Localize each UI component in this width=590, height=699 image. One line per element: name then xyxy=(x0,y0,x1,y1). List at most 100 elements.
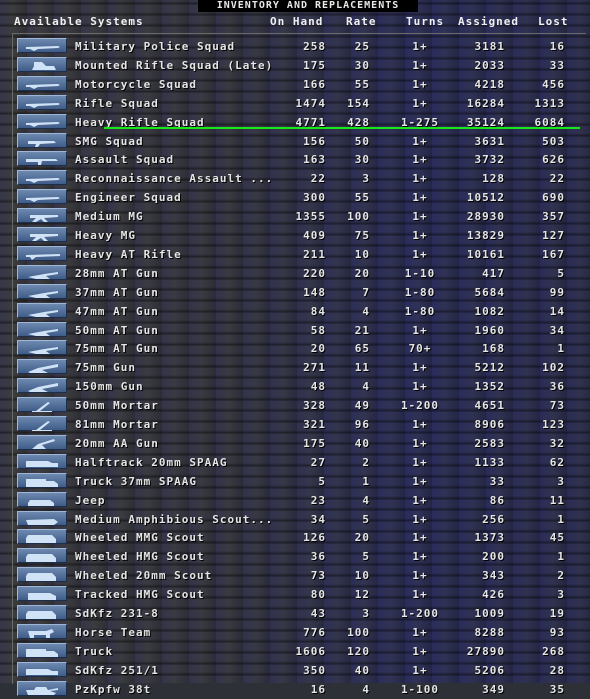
list-item[interactable]: Heavy MG 409 75 1+ 13829 127 xyxy=(0,226,590,245)
lost-value: 28 xyxy=(549,663,565,677)
list-item[interactable]: Reconnaissance Assault ... 22 3 1+ 128 22 xyxy=(0,169,590,188)
list-item[interactable]: SdKfz 231-8 43 3 1-200 1009 19 xyxy=(0,604,590,623)
unit-select-button[interactable] xyxy=(17,472,67,488)
unit-name: Assault Squad xyxy=(75,153,175,167)
unit-select-button[interactable] xyxy=(17,340,67,356)
unit-select-button[interactable] xyxy=(17,94,67,110)
unit-select-button[interactable] xyxy=(17,491,67,507)
unit-select-button[interactable] xyxy=(17,321,67,337)
on-hand-value: 300 xyxy=(303,191,326,205)
unit-select-button[interactable] xyxy=(17,208,67,224)
unit-select-button[interactable] xyxy=(17,75,67,91)
unit-select-button[interactable] xyxy=(17,132,67,148)
unit-select-button[interactable] xyxy=(17,113,67,129)
lost-value: 357 xyxy=(542,210,565,224)
assigned-value: 417 xyxy=(482,266,505,280)
unit-select-button[interactable] xyxy=(17,378,67,394)
unit-select-button[interactable] xyxy=(17,170,67,186)
turns-value: 1-200 xyxy=(400,607,440,620)
horse-icon xyxy=(28,628,54,638)
list-item[interactable]: Truck 37mm SPAAG 5 1 1+ 33 3 xyxy=(0,472,590,491)
unit-select-button[interactable] xyxy=(17,283,67,299)
unit-select-button[interactable] xyxy=(17,642,67,658)
list-item[interactable]: Horse Team 776 100 1+ 8288 93 xyxy=(0,623,590,642)
unit-select-button[interactable] xyxy=(17,227,67,242)
list-item[interactable]: 20mm AA Gun 175 40 1+ 2583 32 xyxy=(0,434,590,453)
rate-value: 11 xyxy=(354,361,370,375)
unit-select-button[interactable] xyxy=(17,623,67,639)
unit-name: Medium Amphibious Scout... xyxy=(75,512,274,526)
unit-select-button[interactable] xyxy=(17,586,67,602)
rifle-icon xyxy=(26,102,60,108)
unit-select-button[interactable] xyxy=(17,56,67,72)
list-item[interactable]: Assault Squad 163 30 1+ 3732 626 xyxy=(0,150,590,169)
unit-select-button[interactable] xyxy=(17,661,67,677)
list-item[interactable]: Military Police Squad 258 25 1+ 3181 16 xyxy=(0,37,590,56)
list-item[interactable]: 50mm Mortar 328 49 1-200 4651 73 xyxy=(0,396,590,415)
list-item[interactable]: 81mm Mortar 321 96 1+ 8906 123 xyxy=(0,415,590,434)
list-item[interactable]: 75mm Gun 271 11 1+ 5212 102 xyxy=(0,358,590,377)
unit-select-button[interactable] xyxy=(17,38,67,53)
list-item[interactable]: Engineer Squad 300 55 1+ 10512 690 xyxy=(0,188,590,207)
list-item[interactable]: 150mm Gun 48 4 1+ 1352 36 xyxy=(0,377,590,396)
unit-select-button[interactable] xyxy=(17,416,67,431)
turns-value: 1+ xyxy=(412,96,428,110)
list-item[interactable]: Wheeled 20mm Scout 73 10 1+ 343 2 xyxy=(0,566,590,585)
unit-select-button[interactable] xyxy=(17,189,67,205)
list-item[interactable]: 75mm AT Gun 20 65 70+ 168 1 xyxy=(0,339,590,358)
lost-value: 14 xyxy=(549,304,565,318)
list-item[interactable]: Heavy AT Rifle 211 10 1+ 10161 167 xyxy=(0,245,590,264)
list-item[interactable]: SdKfz 251/1 350 40 1+ 5206 28 xyxy=(0,661,590,680)
list-item[interactable]: Wheeled MMG Scout 126 20 1+ 1373 45 xyxy=(0,528,590,547)
column-header-assigned: Assigned xyxy=(458,15,519,28)
list-item[interactable]: 47mm AT Gun 84 4 1-80 1082 14 xyxy=(0,302,590,321)
unit-name: Halftrack 20mm SPAAG xyxy=(75,455,228,469)
unit-select-button[interactable] xyxy=(17,397,67,413)
unit-name: Engineer Squad xyxy=(75,191,182,205)
list-item[interactable]: Wheeled HMG Scout 36 5 1+ 200 1 xyxy=(0,547,590,566)
unit-select-button[interactable] xyxy=(17,605,67,620)
list-item[interactable]: Medium MG 1355 100 1+ 28930 357 xyxy=(0,207,590,226)
turns-value: 1+ xyxy=(412,172,428,186)
truck-icon xyxy=(26,648,58,657)
list-item[interactable]: Halftrack 20mm SPAAG 27 2 1+ 1133 62 xyxy=(0,453,590,472)
list-item[interactable]: Motorcycle Squad 166 55 1+ 4218 456 xyxy=(0,75,590,94)
unit-select-button[interactable] xyxy=(17,359,67,375)
assigned-value: 33 xyxy=(489,474,505,488)
assigned-value: 2583 xyxy=(474,436,505,450)
list-item[interactable]: 28mm AT Gun 220 20 1-10 417 5 xyxy=(0,264,590,283)
list-item[interactable]: Tracked HMG Scout 80 12 1+ 426 3 xyxy=(0,585,590,604)
armored-car-icon xyxy=(26,573,56,582)
unit-select-button[interactable] xyxy=(17,510,67,526)
unit-select-button[interactable] xyxy=(17,434,67,450)
assigned-value: 5684 xyxy=(474,285,505,299)
unit-select-button[interactable] xyxy=(17,453,67,469)
list-item[interactable]: 50mm AT Gun 58 21 1+ 1960 34 xyxy=(0,321,590,340)
unit-select-button[interactable] xyxy=(17,548,67,564)
list-item[interactable]: Mounted Rifle Squad (Late) 175 30 1+ 2033 33 xyxy=(0,56,590,75)
assigned-value: 2033 xyxy=(474,58,505,72)
unit-select-button[interactable] xyxy=(17,264,67,280)
unit-select-button[interactable] xyxy=(17,567,67,583)
assigned-value: 13829 xyxy=(466,229,505,242)
list-item[interactable]: PzKpfw 38t 16 4 1-100 349 35 xyxy=(0,680,590,699)
rate-value: 5 xyxy=(362,512,370,526)
list-item[interactable]: Rifle Squad 1474 154 1+ 16284 1313 xyxy=(0,94,590,113)
lost-value: 102 xyxy=(542,361,565,375)
assault-rifle-icon xyxy=(26,159,58,166)
list-item[interactable]: SMG Squad 156 50 1+ 3631 503 xyxy=(0,132,590,151)
list-item[interactable]: 37mm AT Gun 148 7 1-80 5684 99 xyxy=(0,283,590,302)
list-item[interactable]: Jeep 23 4 1+ 86 11 xyxy=(0,491,590,510)
unit-select-button[interactable] xyxy=(17,151,67,167)
list-item[interactable]: Truck 1606 120 1+ 27890 268 xyxy=(0,642,590,661)
list-item[interactable]: Medium Amphibious Scout... 34 5 1+ 256 1 xyxy=(0,510,590,529)
unit-select-button[interactable] xyxy=(17,302,67,318)
unit-select-button[interactable] xyxy=(17,529,67,545)
on-hand-value: 409 xyxy=(303,229,326,242)
column-header-row: Available Systems On Hand Rate Turns Ass… xyxy=(0,15,590,29)
rate-value: 20 xyxy=(354,531,370,545)
unit-select-button[interactable] xyxy=(17,245,67,261)
amphibious-icon xyxy=(26,518,58,525)
lost-value: 33 xyxy=(549,58,565,72)
assigned-value: 5206 xyxy=(474,663,505,677)
